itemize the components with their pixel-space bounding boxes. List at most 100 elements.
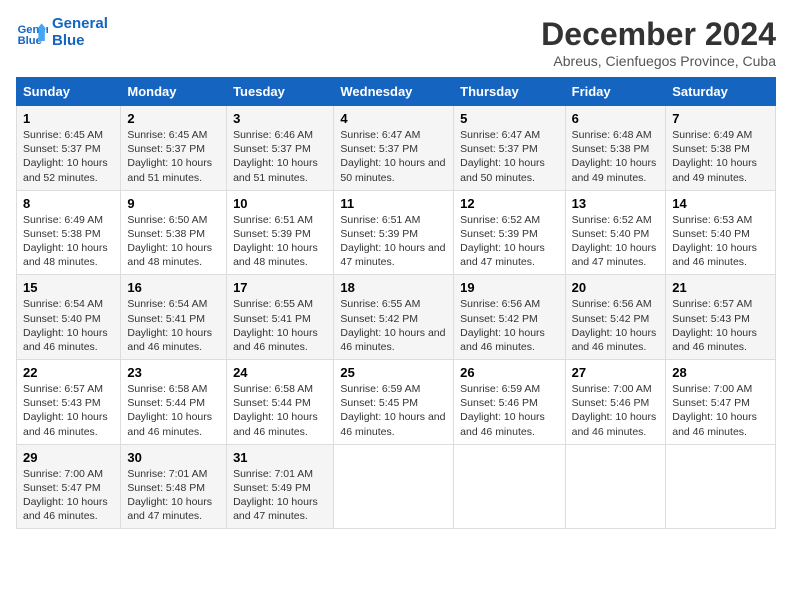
day-number: 8 (23, 196, 114, 211)
calendar-cell: 9 Sunrise: 6:50 AM Sunset: 5:38 PM Dayli… (121, 190, 227, 275)
day-number: 2 (127, 111, 220, 126)
day-number: 19 (460, 280, 558, 295)
day-info: Sunrise: 6:53 AM Sunset: 5:40 PM Dayligh… (672, 213, 769, 270)
calendar-cell: 15 Sunrise: 6:54 AM Sunset: 5:40 PM Dayl… (17, 275, 121, 360)
col-header-monday: Monday (121, 78, 227, 106)
day-info: Sunrise: 6:49 AM Sunset: 5:38 PM Dayligh… (23, 213, 114, 270)
day-number: 24 (233, 365, 327, 380)
logo-general: General (52, 16, 108, 33)
day-number: 3 (233, 111, 327, 126)
day-number: 21 (672, 280, 769, 295)
day-info: Sunrise: 7:01 AM Sunset: 5:49 PM Dayligh… (233, 467, 327, 524)
day-number: 17 (233, 280, 327, 295)
calendar-cell: 18 Sunrise: 6:55 AM Sunset: 5:42 PM Dayl… (334, 275, 454, 360)
calendar-cell: 25 Sunrise: 6:59 AM Sunset: 5:45 PM Dayl… (334, 360, 454, 445)
day-number: 27 (572, 365, 660, 380)
header: General Blue General Blue December 2024 … (16, 16, 776, 69)
svg-text:Blue: Blue (18, 35, 42, 47)
calendar-week-row: 22 Sunrise: 6:57 AM Sunset: 5:43 PM Dayl… (17, 360, 776, 445)
day-info: Sunrise: 7:01 AM Sunset: 5:48 PM Dayligh… (127, 467, 220, 524)
col-header-wednesday: Wednesday (334, 78, 454, 106)
calendar-cell: 3 Sunrise: 6:46 AM Sunset: 5:37 PM Dayli… (227, 106, 334, 191)
calendar-cell: 11 Sunrise: 6:51 AM Sunset: 5:39 PM Dayl… (334, 190, 454, 275)
col-header-saturday: Saturday (666, 78, 776, 106)
day-info: Sunrise: 6:56 AM Sunset: 5:42 PM Dayligh… (572, 297, 660, 354)
day-number: 10 (233, 196, 327, 211)
day-info: Sunrise: 6:47 AM Sunset: 5:37 PM Dayligh… (460, 128, 558, 185)
day-number: 11 (340, 196, 447, 211)
title-area: December 2024 Abreus, Cienfuegos Provinc… (541, 16, 776, 69)
calendar-cell: 22 Sunrise: 6:57 AM Sunset: 5:43 PM Dayl… (17, 360, 121, 445)
calendar-cell: 4 Sunrise: 6:47 AM Sunset: 5:37 PM Dayli… (334, 106, 454, 191)
calendar-cell: 27 Sunrise: 7:00 AM Sunset: 5:46 PM Dayl… (565, 360, 666, 445)
day-info: Sunrise: 6:51 AM Sunset: 5:39 PM Dayligh… (340, 213, 447, 270)
day-info: Sunrise: 6:52 AM Sunset: 5:40 PM Dayligh… (572, 213, 660, 270)
calendar-cell: 26 Sunrise: 6:59 AM Sunset: 5:46 PM Dayl… (454, 360, 565, 445)
calendar-cell: 30 Sunrise: 7:01 AM Sunset: 5:48 PM Dayl… (121, 444, 227, 529)
day-number: 31 (233, 450, 327, 465)
calendar-cell: 12 Sunrise: 6:52 AM Sunset: 5:39 PM Dayl… (454, 190, 565, 275)
calendar-cell: 20 Sunrise: 6:56 AM Sunset: 5:42 PM Dayl… (565, 275, 666, 360)
day-info: Sunrise: 6:49 AM Sunset: 5:38 PM Dayligh… (672, 128, 769, 185)
day-number: 5 (460, 111, 558, 126)
day-number: 7 (672, 111, 769, 126)
calendar-cell (565, 444, 666, 529)
calendar-cell: 14 Sunrise: 6:53 AM Sunset: 5:40 PM Dayl… (666, 190, 776, 275)
day-number: 23 (127, 365, 220, 380)
calendar-cell: 6 Sunrise: 6:48 AM Sunset: 5:38 PM Dayli… (565, 106, 666, 191)
calendar-cell (454, 444, 565, 529)
day-info: Sunrise: 6:55 AM Sunset: 5:41 PM Dayligh… (233, 297, 327, 354)
day-number: 20 (572, 280, 660, 295)
day-number: 15 (23, 280, 114, 295)
day-number: 22 (23, 365, 114, 380)
calendar-cell: 16 Sunrise: 6:54 AM Sunset: 5:41 PM Dayl… (121, 275, 227, 360)
calendar-week-row: 15 Sunrise: 6:54 AM Sunset: 5:40 PM Dayl… (17, 275, 776, 360)
day-number: 6 (572, 111, 660, 126)
calendar-cell: 17 Sunrise: 6:55 AM Sunset: 5:41 PM Dayl… (227, 275, 334, 360)
col-header-tuesday: Tuesday (227, 78, 334, 106)
logo-blue: Blue (52, 33, 108, 50)
day-info: Sunrise: 7:00 AM Sunset: 5:46 PM Dayligh… (572, 382, 660, 439)
day-info: Sunrise: 6:45 AM Sunset: 5:37 PM Dayligh… (127, 128, 220, 185)
day-info: Sunrise: 6:45 AM Sunset: 5:37 PM Dayligh… (23, 128, 114, 185)
day-info: Sunrise: 6:47 AM Sunset: 5:37 PM Dayligh… (340, 128, 447, 185)
calendar-cell (334, 444, 454, 529)
day-number: 29 (23, 450, 114, 465)
day-info: Sunrise: 6:52 AM Sunset: 5:39 PM Dayligh… (460, 213, 558, 270)
day-number: 14 (672, 196, 769, 211)
col-header-friday: Friday (565, 78, 666, 106)
calendar-week-row: 1 Sunrise: 6:45 AM Sunset: 5:37 PM Dayli… (17, 106, 776, 191)
calendar-cell: 5 Sunrise: 6:47 AM Sunset: 5:37 PM Dayli… (454, 106, 565, 191)
day-number: 16 (127, 280, 220, 295)
calendar-cell: 28 Sunrise: 7:00 AM Sunset: 5:47 PM Dayl… (666, 360, 776, 445)
logo: General Blue General Blue (16, 16, 108, 49)
calendar-cell: 13 Sunrise: 6:52 AM Sunset: 5:40 PM Dayl… (565, 190, 666, 275)
day-number: 28 (672, 365, 769, 380)
day-info: Sunrise: 6:54 AM Sunset: 5:41 PM Dayligh… (127, 297, 220, 354)
day-info: Sunrise: 7:00 AM Sunset: 5:47 PM Dayligh… (23, 467, 114, 524)
day-number: 9 (127, 196, 220, 211)
calendar-cell: 2 Sunrise: 6:45 AM Sunset: 5:37 PM Dayli… (121, 106, 227, 191)
day-number: 18 (340, 280, 447, 295)
calendar-cell: 29 Sunrise: 7:00 AM Sunset: 5:47 PM Dayl… (17, 444, 121, 529)
day-number: 12 (460, 196, 558, 211)
day-info: Sunrise: 6:54 AM Sunset: 5:40 PM Dayligh… (23, 297, 114, 354)
day-info: Sunrise: 6:59 AM Sunset: 5:45 PM Dayligh… (340, 382, 447, 439)
logo-icon: General Blue (16, 17, 48, 49)
calendar-cell: 1 Sunrise: 6:45 AM Sunset: 5:37 PM Dayli… (17, 106, 121, 191)
day-number: 25 (340, 365, 447, 380)
calendar-table: SundayMondayTuesdayWednesdayThursdayFrid… (16, 77, 776, 529)
day-info: Sunrise: 6:58 AM Sunset: 5:44 PM Dayligh… (233, 382, 327, 439)
calendar-header-row: SundayMondayTuesdayWednesdayThursdayFrid… (17, 78, 776, 106)
day-info: Sunrise: 6:56 AM Sunset: 5:42 PM Dayligh… (460, 297, 558, 354)
day-number: 13 (572, 196, 660, 211)
day-info: Sunrise: 7:00 AM Sunset: 5:47 PM Dayligh… (672, 382, 769, 439)
calendar-cell: 8 Sunrise: 6:49 AM Sunset: 5:38 PM Dayli… (17, 190, 121, 275)
day-info: Sunrise: 6:58 AM Sunset: 5:44 PM Dayligh… (127, 382, 220, 439)
col-header-thursday: Thursday (454, 78, 565, 106)
day-number: 4 (340, 111, 447, 126)
day-info: Sunrise: 6:59 AM Sunset: 5:46 PM Dayligh… (460, 382, 558, 439)
page-title: December 2024 (541, 16, 776, 53)
calendar-cell: 23 Sunrise: 6:58 AM Sunset: 5:44 PM Dayl… (121, 360, 227, 445)
col-header-sunday: Sunday (17, 78, 121, 106)
